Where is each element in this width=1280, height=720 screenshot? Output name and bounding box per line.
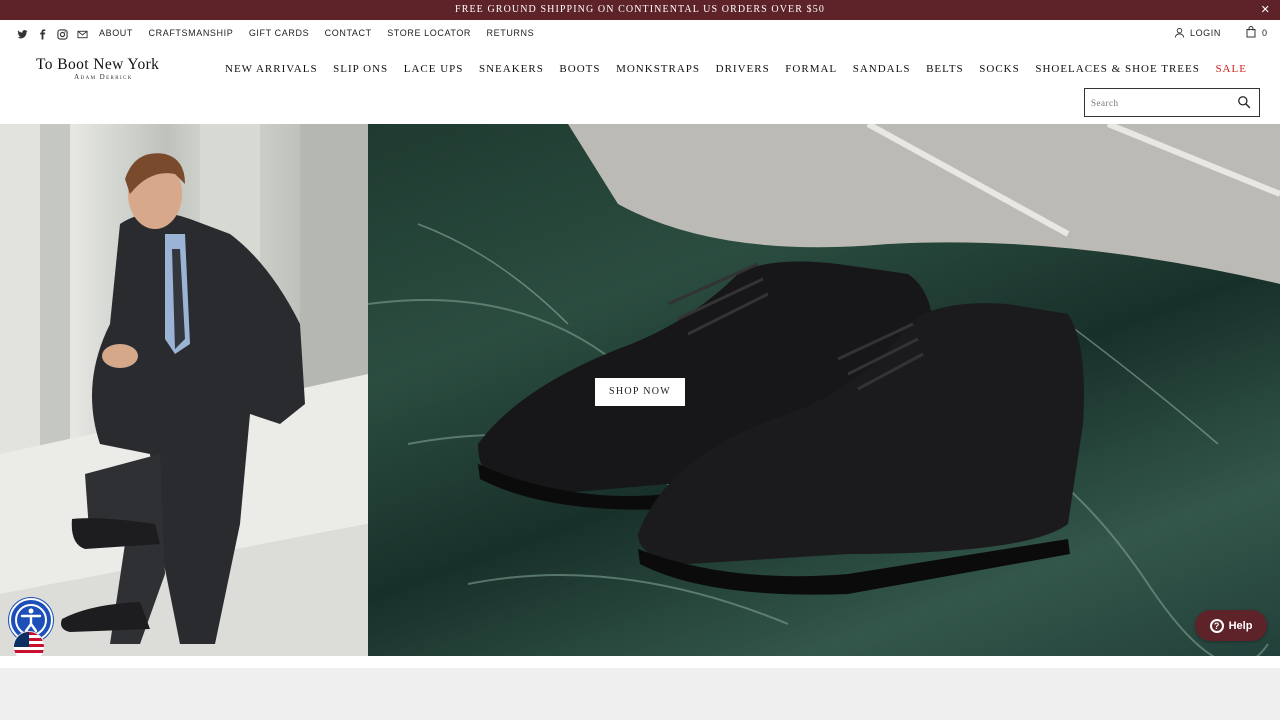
nav-item-drivers[interactable]: DRIVERS	[716, 63, 770, 75]
close-icon[interactable]: ✕	[1261, 0, 1271, 20]
login-link[interactable]: LOGIN	[1174, 27, 1221, 40]
account-links: LOGIN 0	[1174, 20, 1267, 46]
help-icon: ?	[1209, 618, 1224, 633]
cart-link[interactable]: 0	[1246, 26, 1267, 40]
util-link-gift-cards[interactable]: GIFT CARDS	[249, 20, 309, 46]
nav-item-sandals[interactable]: SANDALS	[853, 63, 911, 75]
instagram-icon[interactable]	[57, 27, 68, 40]
nav-item-slip-ons[interactable]: SLIP ONS	[333, 63, 388, 75]
shopping-bag-icon	[1246, 26, 1256, 40]
hero-shoes-image	[368, 124, 1280, 656]
util-link-returns[interactable]: RETURNS	[487, 20, 535, 46]
util-link-store-locator[interactable]: STORE LOCATOR	[387, 20, 471, 46]
main-header: To Boot New York Adam Derrick NEW ARRIVA…	[0, 46, 1280, 124]
main-nav: NEW ARRIVALS SLIP ONS LACE UPS SNEAKERS …	[225, 63, 1263, 75]
utility-bar: ABOUT CRAFTSMANSHIP GIFT CARDS CONTACT S…	[0, 20, 1280, 46]
email-icon[interactable]	[77, 27, 88, 39]
nav-item-sneakers[interactable]: SNEAKERS	[479, 63, 544, 75]
user-icon	[1174, 27, 1185, 40]
nav-item-monkstraps[interactable]: MONKSTRAPS	[616, 63, 700, 75]
search-box	[1084, 88, 1260, 117]
cart-count: 0	[1261, 28, 1267, 38]
below-fold-section	[0, 656, 1280, 720]
login-label: LOGIN	[1189, 28, 1221, 38]
facebook-icon[interactable]	[37, 27, 48, 40]
hero-banner[interactable]: SHOP NOW	[0, 124, 1280, 656]
logo-wordmark: To Boot New York	[36, 56, 160, 73]
announcement-text: FREE GROUND SHIPPING ON CONTINENTAL US O…	[455, 4, 825, 15]
nav-item-formal[interactable]: FORMAL	[785, 63, 837, 75]
nav-item-boots[interactable]: BOOTS	[559, 63, 600, 75]
shop-now-button[interactable]: SHOP NOW	[595, 378, 685, 406]
help-label: Help	[1228, 619, 1253, 632]
search-input[interactable]	[1085, 97, 1225, 108]
hero-model-image	[0, 124, 368, 656]
util-link-about[interactable]: ABOUT	[99, 20, 133, 46]
product-strip	[0, 668, 1280, 720]
logo-subtitle: Adam Derrick	[74, 73, 133, 81]
site-logo[interactable]: To Boot New York Adam Derrick	[36, 56, 176, 81]
search-icon[interactable]	[1237, 95, 1251, 114]
nav-item-belts[interactable]: BELTS	[926, 63, 964, 75]
nav-item-new-arrivals[interactable]: NEW ARRIVALS	[225, 63, 318, 75]
twitter-icon[interactable]	[17, 27, 28, 39]
nav-item-socks[interactable]: SOCKS	[979, 63, 1019, 75]
nav-item-shoelaces[interactable]: SHOELACES & SHOE TREES	[1035, 63, 1200, 75]
social-links	[17, 27, 88, 40]
util-link-craftsmanship[interactable]: CRAFTSMANSHIP	[149, 20, 234, 46]
help-button[interactable]: ? Help	[1195, 610, 1267, 641]
announcement-bar: FREE GROUND SHIPPING ON CONTINENTAL US O…	[0, 0, 1280, 20]
util-link-contact[interactable]: CONTACT	[325, 20, 372, 46]
nav-item-lace-ups[interactable]: LACE UPS	[404, 63, 464, 75]
nav-item-sale[interactable]: SALE	[1215, 63, 1247, 75]
utility-links: ABOUT CRAFTSMANSHIP GIFT CARDS CONTACT S…	[99, 20, 550, 46]
